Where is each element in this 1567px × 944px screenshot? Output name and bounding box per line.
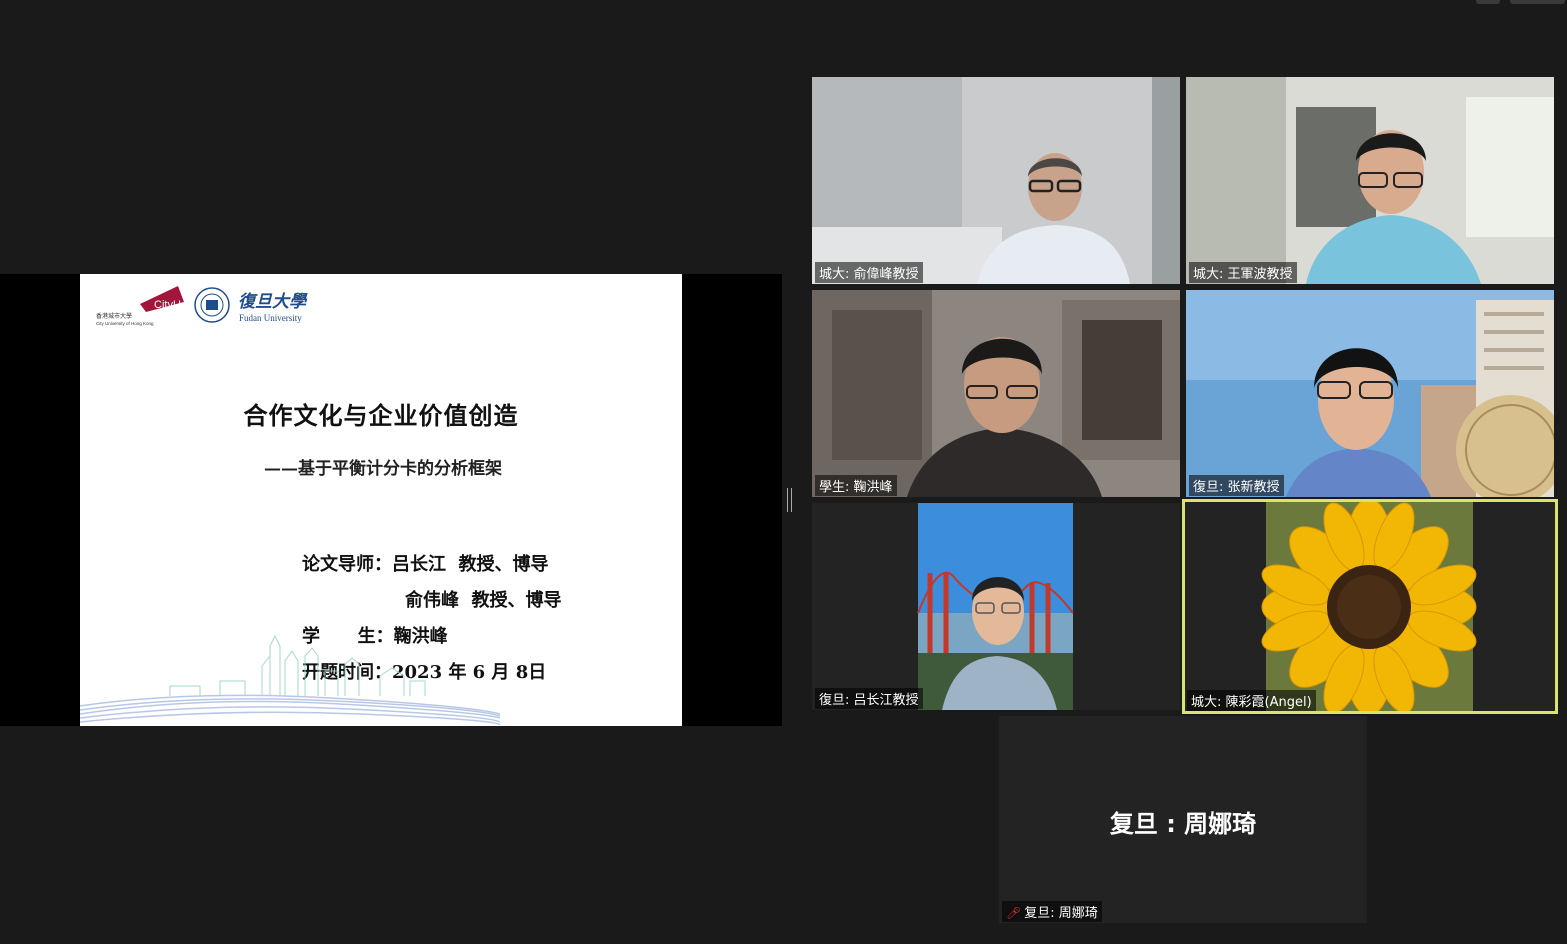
advisor-line-1: 论文导师：吕长江 教授、博导 <box>302 554 549 575</box>
participant-name: 學生: 鞠洪峰 <box>815 475 897 496</box>
video-feed <box>812 77 1180 284</box>
video-feed <box>1186 290 1554 497</box>
participant-display-name: 复旦 : 周娜琦 <box>1109 810 1257 838</box>
fudan-logo: 復旦大學 Fudan University <box>194 287 308 323</box>
participant-name: 城大: 陳彩霞(Angel) <box>1187 690 1316 711</box>
skyline-illustration <box>80 634 500 726</box>
slide-subtitle: ——基于平衡计分卡的分析框架 <box>264 459 502 479</box>
video-feed <box>1186 77 1554 284</box>
layout-splitter-handle[interactable] <box>787 488 792 512</box>
cityu-caption-en: City University of Hong Kong <box>96 321 154 326</box>
fudan-logo-en: Fudan University <box>239 313 302 323</box>
video-tile-lv[interactable]: 復旦: 吕长江教授 <box>812 503 1180 710</box>
video-tile-zhou[interactable]: 复旦 : 周娜琦 🎤︎ 复旦: 周娜琦 <box>999 716 1367 923</box>
cityu-caption-zh: 香港城市大學 <box>96 312 132 320</box>
participant-name: 復旦: 张新教授 <box>1189 475 1284 496</box>
video-feed <box>812 503 1180 710</box>
video-tile-chen-active[interactable]: 城大: 陳彩霞(Angel) <box>1182 499 1558 714</box>
fudan-logo-zh: 復旦大學 <box>238 292 308 312</box>
mic-muted-icon: 🎤︎ <box>1006 906 1022 920</box>
participant-name-tag: 🎤︎ 复旦: 周娜琦 <box>1002 901 1102 922</box>
participant-name: 城大: 王軍波教授 <box>1189 262 1297 283</box>
cityu-logo-text: CityU <box>154 299 181 311</box>
sunflower-image <box>1184 501 1556 712</box>
slide-title: 合作文化与企业价值创造 <box>243 401 519 430</box>
advisor-line-2: 俞伟峰 教授、博导 <box>405 590 562 611</box>
participant-name: 复旦: 周娜琦 <box>1024 906 1098 921</box>
participant-name: 城大: 俞偉峰教授 <box>815 262 923 283</box>
video-tile-ju[interactable]: 學生: 鞠洪峰 <box>812 290 1180 497</box>
cityu-logo: CityU 香港城市大學 City University of Hong Kon… <box>96 286 184 326</box>
video-feed <box>812 290 1180 497</box>
top-control-remnant <box>1476 0 1500 4</box>
video-tile-wang[interactable]: 城大: 王軍波教授 <box>1186 77 1554 284</box>
presentation-slide: CityU 香港城市大學 City University of Hong Kon… <box>80 274 682 726</box>
shared-screen: CityU 香港城市大學 City University of Hong Kon… <box>0 274 782 726</box>
video-tile-zhang[interactable]: 復旦: 张新教授 <box>1186 290 1554 497</box>
top-control-remnant <box>1510 0 1565 4</box>
participant-name: 復旦: 吕长江教授 <box>815 688 923 709</box>
video-tile-yu[interactable]: 城大: 俞偉峰教授 <box>812 77 1180 284</box>
